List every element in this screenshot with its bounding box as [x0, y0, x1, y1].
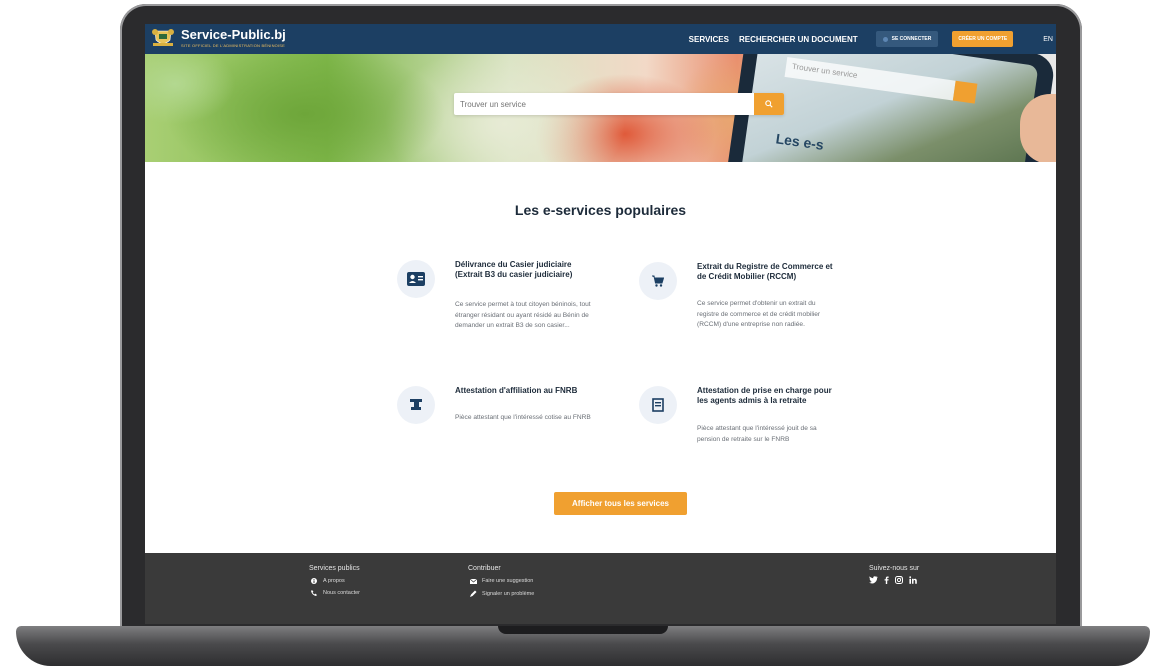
site-logo[interactable]: Service-Public.bj SITE OFFICIEL DE L'ADM…	[151, 28, 286, 48]
card-description: Ce service permet d'obtenir un extrait d…	[697, 300, 821, 328]
card-icon-wrap	[639, 262, 677, 300]
main-nav: SERVICES RECHERCHER UN DOCUMENT SE CONNE…	[689, 24, 1056, 54]
card-icon-wrap	[397, 386, 435, 424]
footer-col-services: Services publics A propos Nous contacter	[309, 565, 360, 596]
footer-link-label: Signaler un problème	[482, 590, 535, 597]
site-header: Service-Public.bj SITE OFFICIEL DE L'ADM…	[145, 24, 1056, 54]
browser-screen: Service-Public.bj SITE OFFICIEL DE L'ADM…	[145, 24, 1056, 624]
instagram-icon[interactable]	[895, 576, 903, 584]
login-label: SE CONNECTER	[891, 36, 932, 42]
show-all-services-button[interactable]: Afficher tous les services	[554, 492, 687, 515]
signup-button[interactable]: CRÉER UN COMPTE	[952, 31, 1014, 47]
card-description: Ce service permet à tout citoyen béninoi…	[455, 301, 591, 329]
footer-link-label: Faire une suggestion	[482, 578, 534, 584]
card-icon-wrap	[639, 386, 677, 424]
cart-icon	[652, 275, 664, 287]
footer-link-label: Nous contacter	[323, 590, 360, 596]
social-links	[869, 576, 923, 584]
footer-heading: Services publics	[309, 565, 360, 572]
search-icon	[765, 100, 773, 108]
user-icon	[882, 36, 888, 42]
phone-search-text: Trouver un service	[784, 57, 956, 101]
id-card-icon	[407, 272, 425, 286]
nav-search-document[interactable]: RECHERCHER UN DOCUMENT	[739, 35, 858, 44]
footer-link-label: A propos	[323, 578, 345, 584]
logo-title: Service-Public.bj	[181, 27, 286, 42]
phone-search-button	[952, 80, 978, 104]
pencil-icon	[468, 590, 478, 597]
card-title[interactable]: Attestation de prise en charge pour les …	[697, 386, 837, 405]
footer-link-suggestion[interactable]: Faire une suggestion	[468, 578, 534, 584]
phone-title: Les e-s	[774, 130, 825, 153]
card-description: Pièce attestant que l'intéressé cotise a…	[455, 414, 591, 421]
section-title: Les e-services populaires	[514, 202, 687, 218]
footer-heading: Suivez-nous sur	[869, 565, 920, 572]
search-button[interactable]	[754, 93, 784, 115]
card-title[interactable]: Délivrance du Casier judiciaire (Extrait…	[455, 260, 595, 279]
laptop-notch	[498, 626, 668, 634]
info-icon	[309, 578, 319, 584]
footer-link-report[interactable]: Signaler un problème	[468, 590, 534, 597]
service-search	[454, 93, 784, 115]
facebook-icon[interactable]	[884, 576, 889, 584]
card-title[interactable]: Attestation d'affiliation au FNRB	[455, 386, 595, 396]
phone-icon	[309, 590, 319, 596]
twitter-icon[interactable]	[869, 576, 878, 584]
footer-heading: Contribuer	[468, 565, 501, 572]
footer-link-contact[interactable]: Nous contacter	[309, 590, 360, 596]
stamp-icon	[410, 399, 422, 410]
site-footer: Services publics A propos Nous contacter…	[145, 553, 1056, 624]
coat-of-arms-icon	[152, 29, 174, 46]
card-title[interactable]: Extrait du Registre de Commerce et de Cr…	[697, 262, 837, 281]
card-icon-wrap	[397, 260, 435, 298]
certificate-icon	[652, 398, 664, 412]
linkedin-icon[interactable]	[909, 576, 917, 584]
card-description: Pièce attestant que l'intéressé jouit de…	[697, 425, 817, 443]
search-input[interactable]	[454, 93, 754, 115]
hero-banner: Trouver un service Les e-s	[145, 54, 1056, 162]
language-switch[interactable]: EN	[1043, 36, 1053, 43]
envelope-icon	[468, 578, 478, 584]
logo-subtitle: SITE OFFICIEL DE L'ADMINISTRATION BÉNINO…	[181, 43, 286, 48]
login-button[interactable]: SE CONNECTER	[875, 31, 939, 47]
footer-col-contribute: Contribuer Faire une suggestion Signaler…	[468, 565, 534, 597]
nav-services[interactable]: SERVICES	[689, 35, 729, 44]
footer-link-about[interactable]: A propos	[309, 578, 360, 584]
footer-col-social: Suivez-nous sur	[869, 565, 923, 584]
